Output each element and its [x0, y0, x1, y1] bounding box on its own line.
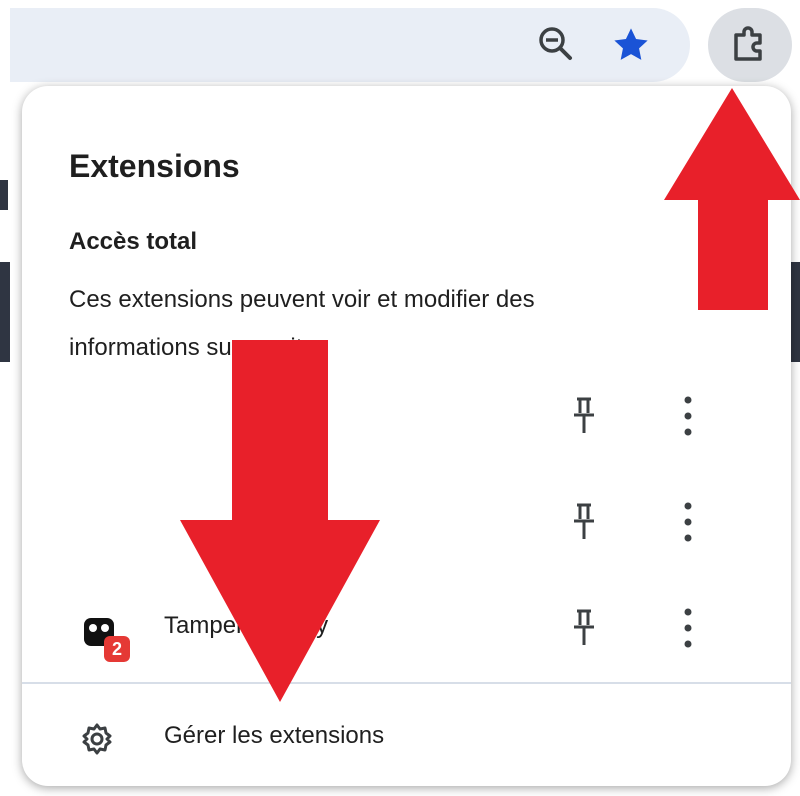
extensions-toolbar-button[interactable]: [708, 8, 792, 82]
more-vert-icon[interactable]: [678, 606, 698, 650]
down-arrow-annotation: [180, 340, 380, 702]
up-arrow-annotation: [664, 88, 800, 310]
notification-badge: 2: [104, 636, 130, 662]
more-vert-icon[interactable]: [678, 500, 698, 544]
background-page-strip: [0, 180, 8, 210]
bookmark-star-icon[interactable]: [610, 24, 652, 66]
address-bar[interactable]: [10, 8, 690, 82]
pin-icon[interactable]: [570, 608, 598, 648]
zoom-out-icon[interactable]: [536, 24, 576, 64]
popup-title: Extensions: [69, 148, 240, 184]
extension-row[interactable]: [22, 480, 791, 570]
puzzle-piece-icon: [734, 26, 762, 61]
pin-icon[interactable]: [570, 396, 598, 436]
tampermonkey-icon: 2: [82, 612, 130, 662]
manage-extensions-button[interactable]: Gérer les extensions: [22, 684, 791, 786]
manage-extensions-label: Gérer les extensions: [164, 722, 385, 749]
gear-icon: [82, 723, 112, 755]
more-vert-icon[interactable]: [678, 394, 698, 438]
pin-icon[interactable]: [570, 502, 598, 542]
extension-row[interactable]: [22, 374, 791, 464]
background-page-strip: [0, 262, 10, 362]
full-access-heading: Accès total: [69, 228, 198, 255]
extension-row-tampermonkey[interactable]: 2 Tampermonkey: [22, 586, 791, 676]
